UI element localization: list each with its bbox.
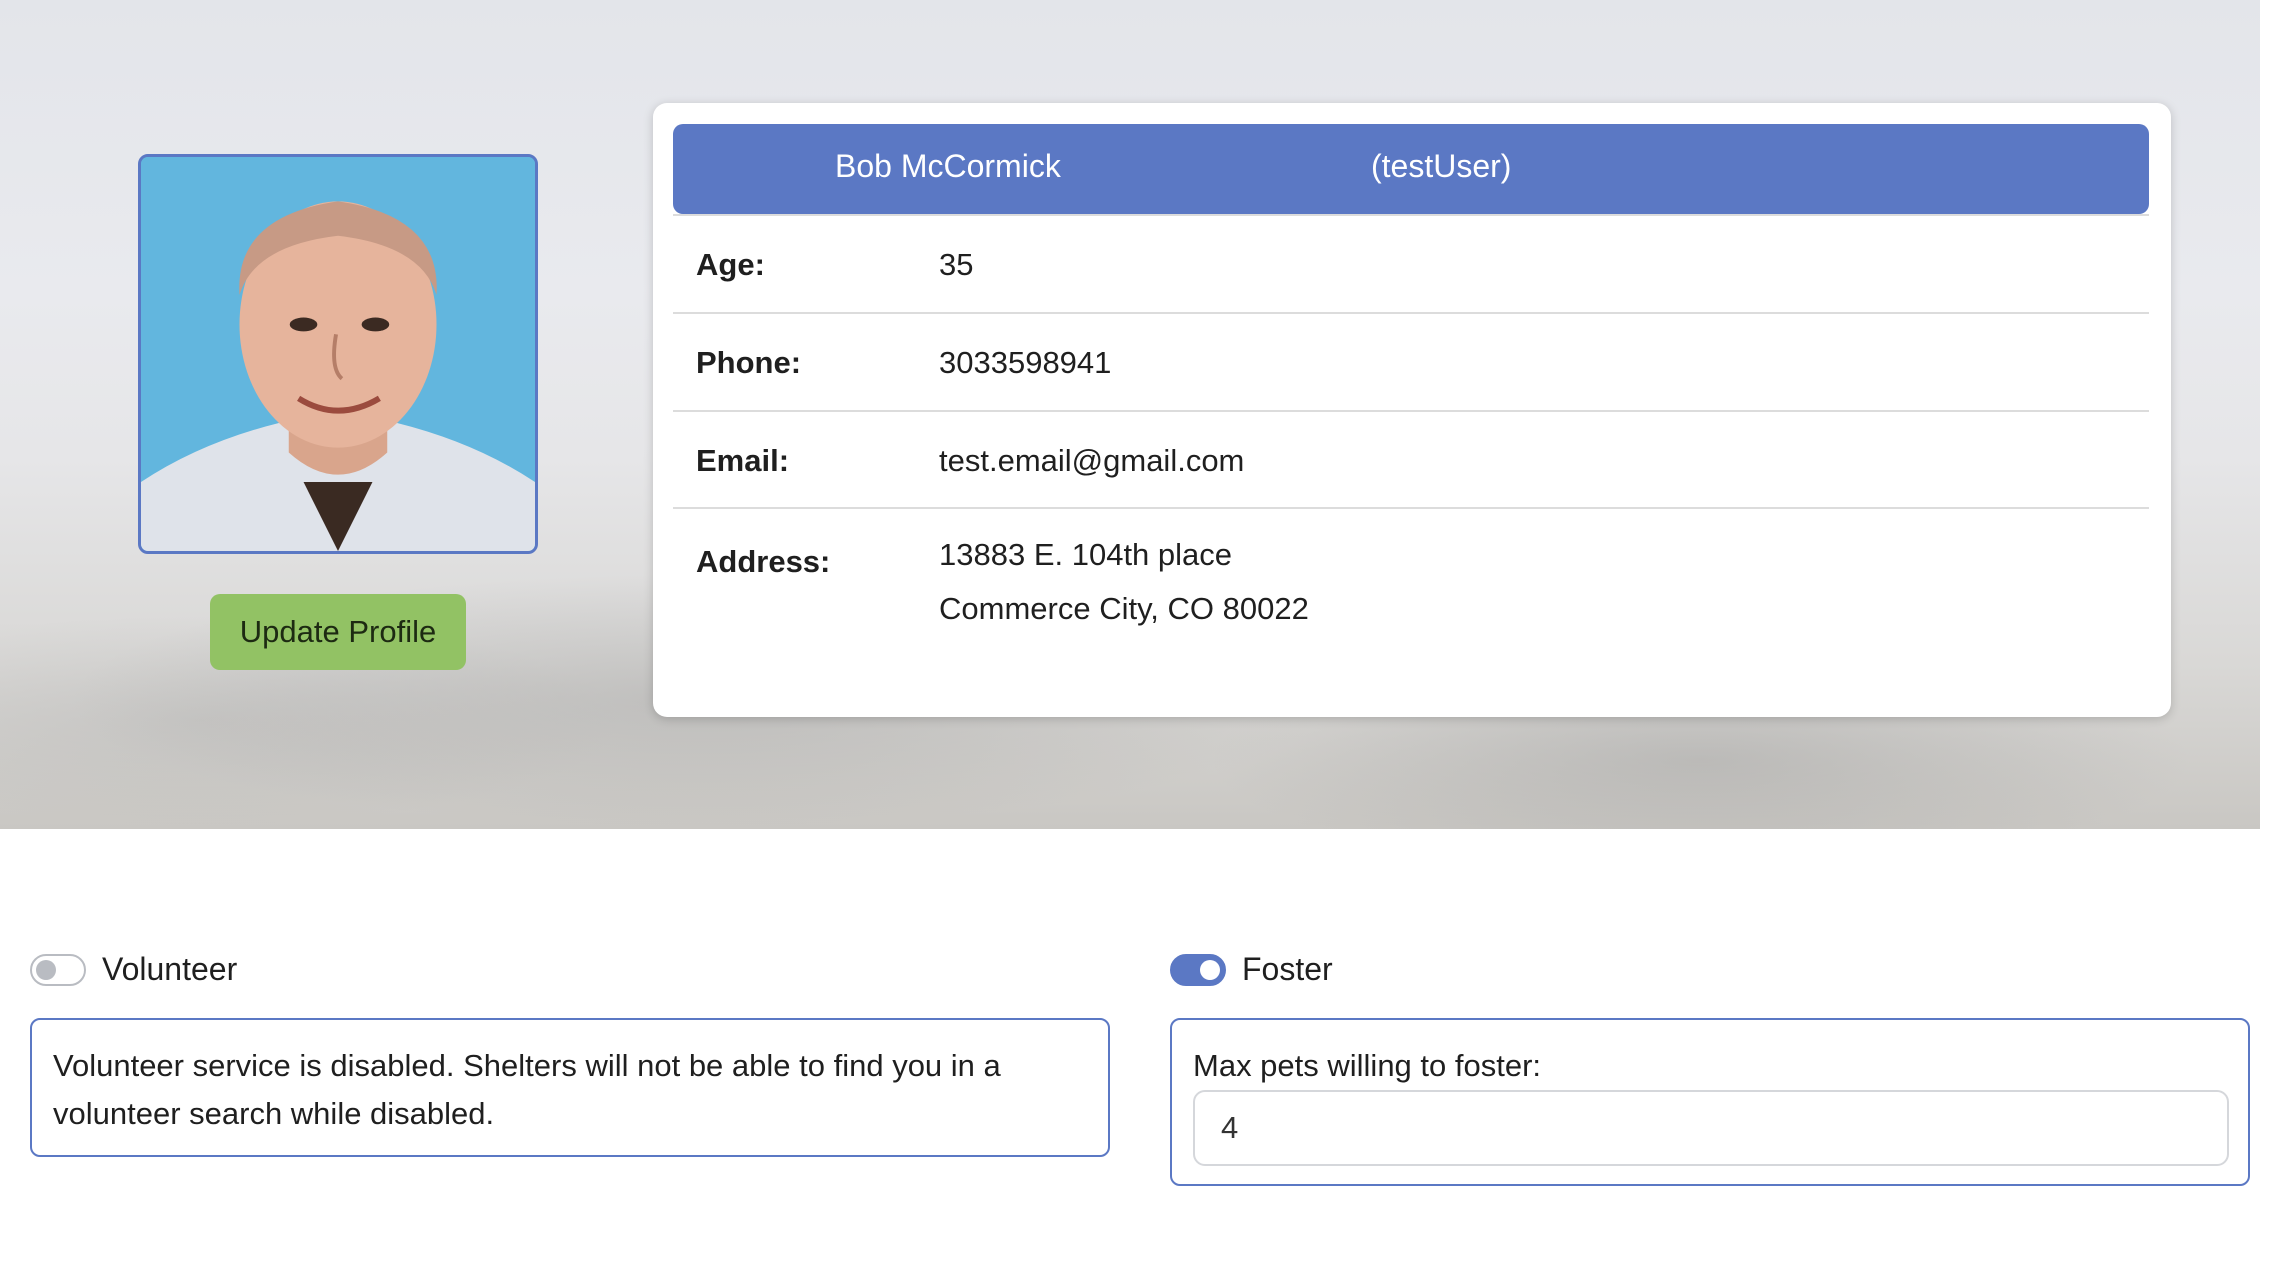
info-row-age: Age: 35 [673,214,2149,312]
volunteer-label: Volunteer [102,951,238,987]
max-pets-input[interactable] [1193,1090,2229,1166]
info-row-phone: Phone: 3033598941 [673,312,2149,410]
email-value: test.email@gmail.com [939,443,1245,478]
toggle-knob [1200,959,1220,980]
page-edge [2260,0,2278,829]
info-row-address: Address: 13883 E. 104th place Commerce C… [673,507,2149,687]
max-pets-label: Max pets willing to foster: [1193,1048,1542,1083]
avatar [138,154,538,554]
profile-card: Bob McCormick (testUser) Age: 35 Phone: … [653,103,2171,717]
user-username: (testUser) [1371,148,1512,184]
age-label: Age: [696,247,765,282]
avatar-photo [141,157,535,551]
update-profile-button[interactable]: Update Profile [210,594,466,670]
volunteer-toggle-group: Volunteer [30,951,237,988]
volunteer-disabled-message: Volunteer service is disabled. Shelters … [53,1048,1001,1131]
address-line-2: Commerce City, CO 80022 [939,591,1309,626]
user-full-name: Bob McCormick [835,148,1061,184]
profile-card-header: Bob McCormick (testUser) [673,124,2149,214]
foster-toggle[interactable] [1170,953,1226,986]
phone-label: Phone: [696,345,802,380]
toggle-knob [36,959,56,980]
email-label: Email: [696,443,790,478]
foster-panel: Max pets willing to foster: [1170,1018,2250,1186]
info-row-email: Email: test.email@gmail.com [673,410,2149,507]
foster-label: Foster [1242,951,1333,987]
age-value: 35 [939,247,974,282]
address-label: Address: [696,544,831,579]
volunteer-toggle[interactable] [30,953,86,986]
volunteer-panel: Volunteer service is disabled. Shelters … [30,1018,1110,1157]
address-value: 13883 E. 104th place Commerce City, CO 8… [939,528,1309,636]
foster-toggle-group: Foster [1170,951,1333,988]
phone-value: 3033598941 [939,345,1112,380]
address-line-1: 13883 E. 104th place [939,537,1233,572]
